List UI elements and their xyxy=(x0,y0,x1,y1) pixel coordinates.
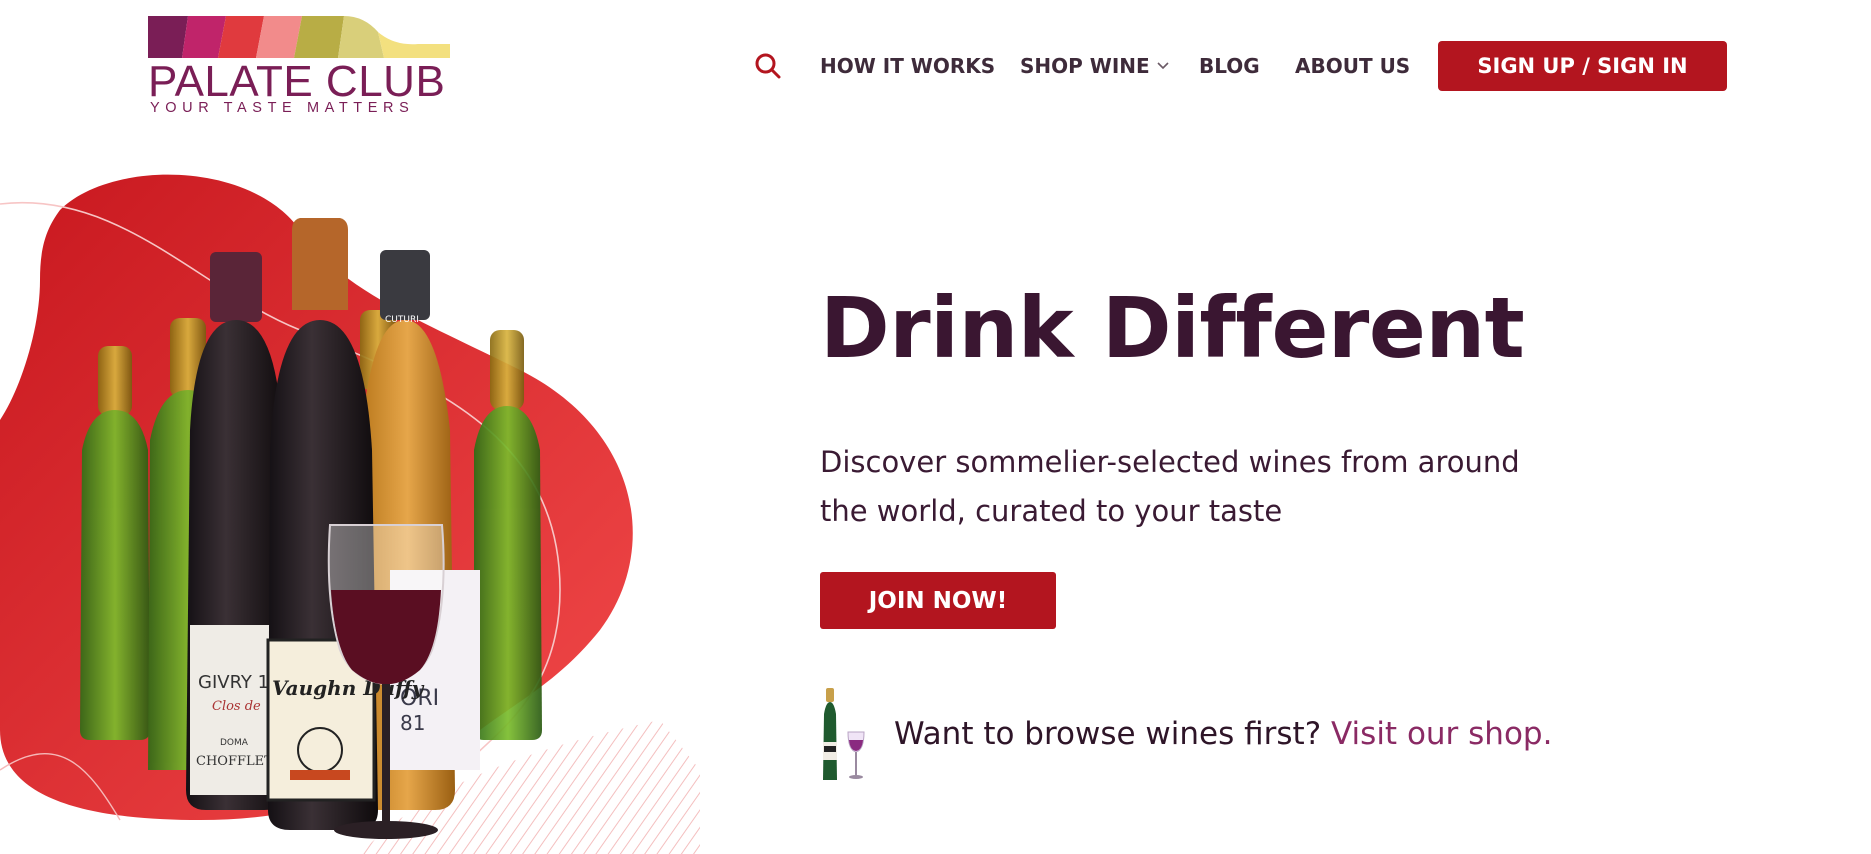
svg-text:Clos de: Clos de xyxy=(212,699,261,714)
browse-shop-row: Want to browse wines first? Visit our sh… xyxy=(818,684,1552,784)
wine-bottle-glass-icon xyxy=(823,688,865,780)
nav-how-it-works[interactable]: HOW IT WORKS xyxy=(820,54,995,78)
hero-subtext: Discover sommelier-selected wines from a… xyxy=(820,445,1520,528)
join-now-button[interactable]: JOIN NOW! xyxy=(820,572,1056,629)
browse-text: Want to browse wines first? Visit our sh… xyxy=(894,716,1552,752)
browse-prefix: Want to browse wines first? xyxy=(894,716,1322,752)
svg-text:GIVRY 1: GIVRY 1 xyxy=(198,672,269,693)
nav-shop-wine-label: SHOP WINE xyxy=(1020,54,1150,78)
svg-text:DOMA: DOMA xyxy=(220,738,249,748)
logo-wordmark: PALATE CLUB xyxy=(148,57,446,106)
nav-about-us[interactable]: ABOUT US xyxy=(1295,54,1410,78)
brand-logo[interactable]: PALATE CLUB YOUR TASTE MATTERS xyxy=(148,16,450,118)
logo-bands-icon xyxy=(148,16,450,58)
svg-text:81: 81 xyxy=(400,711,425,735)
sign-up-sign-in-button[interactable]: SIGN UP / SIGN IN xyxy=(1438,41,1727,91)
search-icon[interactable] xyxy=(754,52,782,80)
nav-shop-wine[interactable]: SHOP WINE xyxy=(1020,54,1170,78)
logo-tagline: YOUR TASTE MATTERS xyxy=(150,100,415,116)
visit-shop-link[interactable]: Visit our shop. xyxy=(1331,716,1552,752)
hero-wine-bottles-image: ORI 81 CUTURI GIVRY 1 Clos de DOMA CHOFF… xyxy=(0,174,700,854)
hero-headline: Drink Different xyxy=(820,279,1525,377)
svg-text:CUTURI: CUTURI xyxy=(385,315,419,325)
nav-blog[interactable]: BLOG xyxy=(1199,54,1260,78)
chevron-down-icon xyxy=(1157,62,1169,70)
